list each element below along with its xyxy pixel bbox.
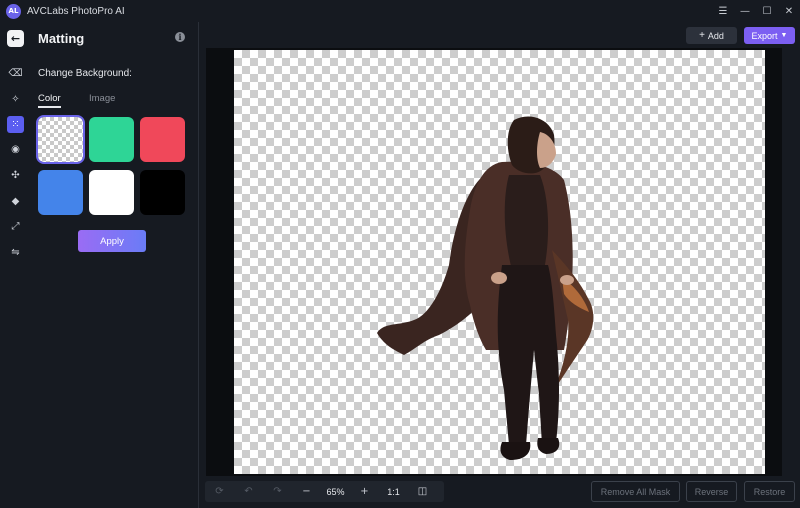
enhance-icon[interactable]: ✧ [7, 91, 24, 108]
close-icon[interactable]: ✕ [778, 0, 800, 22]
actual-size-text: 1:1 [387, 486, 400, 497]
right-gutter [788, 48, 798, 476]
tab-image[interactable]: Image [89, 93, 115, 104]
export-button[interactable]: Export ▼ [744, 27, 795, 44]
title-bar: AL AVCLabs PhotoPro AI ☰ — ☐ ✕ [0, 0, 800, 22]
chevron-down-icon: ▼ [780, 32, 788, 39]
add-button[interactable]: + Add [686, 27, 737, 44]
compare-icon[interactable]: ◫ [408, 481, 437, 502]
object-removal-icon[interactable]: ✣ [7, 167, 24, 184]
redo-icon[interactable]: ↷ [263, 481, 292, 502]
app-title: AVCLabs PhotoPro AI [27, 5, 125, 17]
matting-icon[interactable]: ⁙ [7, 116, 24, 133]
restore-button[interactable]: Restore [744, 481, 795, 502]
info-icon[interactable]: i [175, 32, 185, 42]
remove-all-mask-button[interactable]: Remove All Mask [591, 481, 680, 502]
panel-title: Matting [38, 31, 85, 46]
workspace [206, 48, 782, 476]
hamburger-icon[interactable]: ☰ [712, 0, 734, 22]
tab-color[interactable]: Color [38, 93, 61, 104]
swatch-white[interactable] [89, 170, 134, 215]
canvas-tools: ⟳ ↶ ↷ − 65% + 1:1 ◫ [205, 481, 444, 502]
upscale-icon[interactable]: ⤢ [7, 218, 24, 235]
swatch-green[interactable] [89, 117, 134, 162]
minimize-icon[interactable]: — [734, 0, 756, 22]
adjust-icon[interactable]: ⇋ [7, 244, 24, 261]
image-canvas[interactable] [234, 50, 765, 474]
zoom-level-text: 65% [326, 486, 345, 497]
undo-icon[interactable]: ↶ [234, 481, 263, 502]
eraser-icon[interactable]: ⌫ [7, 65, 24, 82]
reset-icon[interactable]: ⟳ [205, 481, 234, 502]
matting-panel: Matting i Change Background: Color Image… [30, 22, 198, 508]
window-controls: ☰ — ☐ ✕ [712, 0, 800, 22]
swatch-black[interactable] [140, 170, 185, 215]
portrait-icon[interactable]: ◉ [7, 141, 24, 158]
plus-icon: + [699, 30, 705, 41]
reverse-button[interactable]: Reverse [686, 481, 737, 502]
apply-button[interactable]: Apply [78, 230, 146, 252]
back-arrow-icon[interactable]: ← [7, 30, 24, 47]
zoom-out-icon[interactable]: − [292, 481, 321, 502]
zoom-level: 65% [321, 481, 350, 502]
bottom-toolbar: ⟳ ↶ ↷ − 65% + 1:1 ◫ Remove All Mask Reve… [199, 476, 800, 508]
tool-sidebar: ← ⌫ ✧ ⁙ ◉ ✣ ◆ ⤢ ⇋ [0, 22, 30, 508]
swatch-red[interactable] [140, 117, 185, 162]
swatch-transparent[interactable] [36, 115, 85, 164]
app-logo-icon: AL [6, 3, 21, 19]
actual-size-button[interactable]: 1:1 [379, 481, 408, 502]
swatch-blue[interactable] [38, 170, 83, 215]
add-button-label: Add [707, 30, 724, 41]
export-button-label: Export [751, 30, 778, 41]
zoom-in-icon[interactable]: + [350, 481, 379, 502]
panel-divider [198, 22, 199, 508]
top-action-bar: + Add Export ▼ [199, 22, 800, 48]
subject-cutout [377, 116, 594, 460]
colorize-icon[interactable]: ◆ [7, 193, 24, 210]
change-background-label: Change Background: [38, 68, 132, 79]
active-tab-indicator [38, 106, 61, 108]
maximize-icon[interactable]: ☐ [756, 0, 778, 22]
